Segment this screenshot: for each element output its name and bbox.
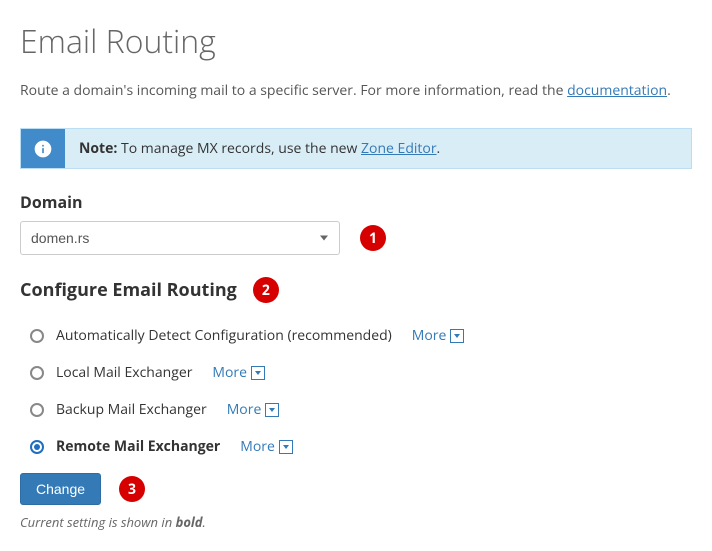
more-link-backup[interactable]: More xyxy=(227,400,280,419)
helper-suffix: . xyxy=(203,513,206,531)
annotation-3: 3 xyxy=(119,476,145,502)
more-text: More xyxy=(240,437,275,456)
more-text: More xyxy=(212,363,247,382)
chevron-down-icon xyxy=(265,403,279,417)
radio-auto-label[interactable]: Automatically Detect Configuration (reco… xyxy=(56,326,392,345)
annotation-2: 2 xyxy=(253,277,279,303)
note-text: Note: To manage MX records, use the new … xyxy=(65,129,691,168)
note-bold: Note: xyxy=(79,139,117,158)
radio-backup-label[interactable]: Backup Mail Exchanger xyxy=(56,400,207,419)
chevron-down-icon xyxy=(279,440,293,454)
more-text: More xyxy=(412,326,447,345)
helper-bold: bold xyxy=(176,513,203,531)
documentation-link[interactable]: documentation xyxy=(567,81,667,100)
more-link-auto[interactable]: More xyxy=(412,326,465,345)
radio-remote[interactable] xyxy=(30,440,44,454)
intro-text: Route a domain's incoming mail to a spec… xyxy=(20,81,692,100)
more-link-local[interactable]: More xyxy=(212,363,265,382)
info-icon xyxy=(21,129,65,168)
radio-local-label[interactable]: Local Mail Exchanger xyxy=(56,363,192,382)
chevron-down-icon xyxy=(251,366,265,380)
zone-editor-link[interactable]: Zone Editor xyxy=(361,139,437,158)
annotation-1: 1 xyxy=(360,225,386,251)
helper-prefix: Current setting is shown in xyxy=(20,513,176,531)
note-after: . xyxy=(437,139,441,158)
intro-prefix: Route a domain's incoming mail to a spec… xyxy=(20,81,567,100)
change-button[interactable]: Change xyxy=(20,473,101,505)
radio-local[interactable] xyxy=(30,366,44,380)
domain-label: Domain xyxy=(20,191,692,213)
helper-text: Current setting is shown in bold. xyxy=(20,513,692,531)
page-title: Email Routing xyxy=(20,20,692,63)
intro-suffix: . xyxy=(667,81,671,100)
chevron-down-icon xyxy=(450,329,464,343)
more-link-remote[interactable]: More xyxy=(240,437,293,456)
domain-select[interactable]: domen.rs xyxy=(20,221,340,255)
radio-list: Automatically Detect Configuration (reco… xyxy=(30,317,692,465)
radio-auto[interactable] xyxy=(30,329,44,343)
radio-backup[interactable] xyxy=(30,403,44,417)
config-label: Configure Email Routing xyxy=(20,278,237,302)
note-banner: Note: To manage MX records, use the new … xyxy=(20,128,692,169)
domain-select-wrapper: domen.rs xyxy=(20,221,340,255)
radio-remote-label[interactable]: Remote Mail Exchanger xyxy=(56,437,220,456)
note-before: To manage MX records, use the new xyxy=(117,139,361,158)
more-text: More xyxy=(227,400,262,419)
